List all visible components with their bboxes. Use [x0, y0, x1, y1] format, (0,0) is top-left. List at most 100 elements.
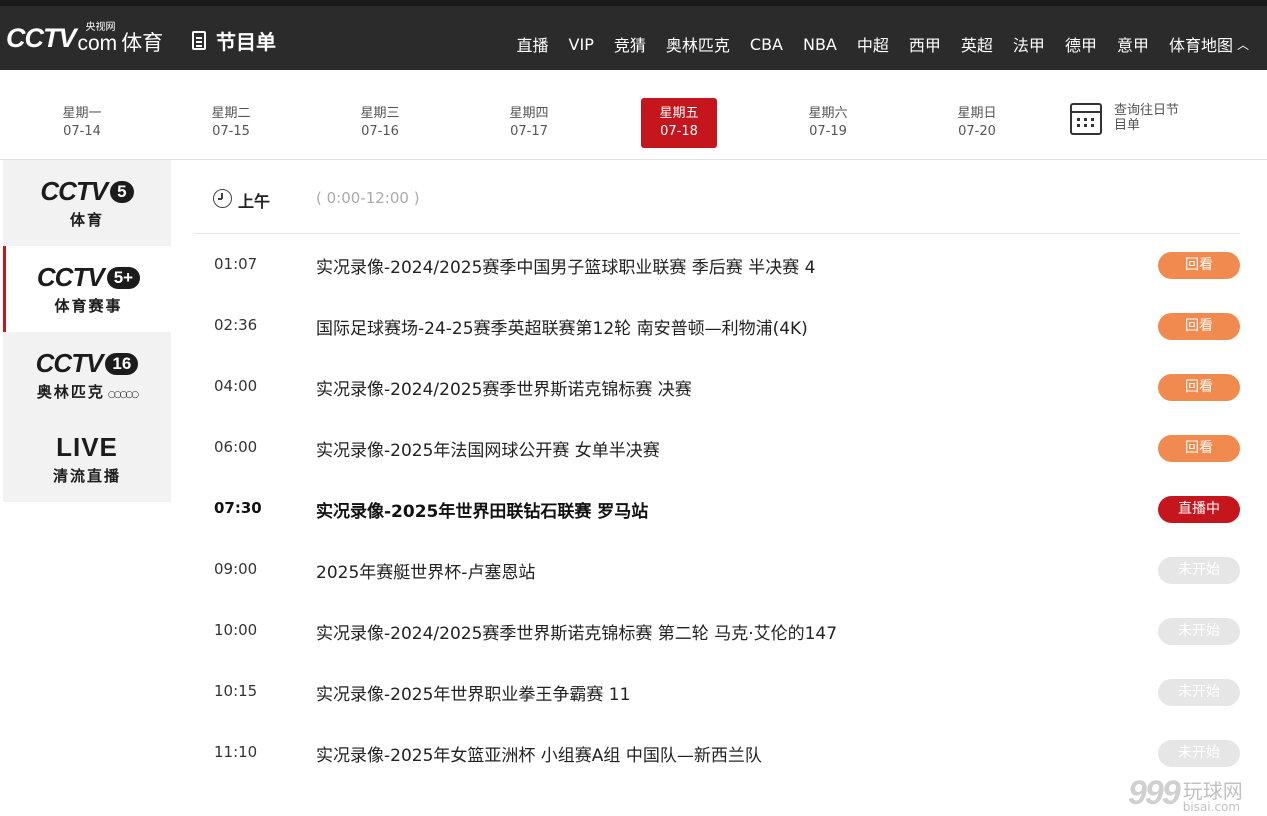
nav-item-bundesliga[interactable]: 德甲 [1065, 32, 1097, 56]
program-row: 01:07 实况录像-2024/2025赛季中国男子篮球职业联赛 季后赛 半决赛… [193, 235, 1240, 296]
channel-cctv16[interactable]: CCTV 16 奥林匹克 ○○○○○ [3, 332, 171, 418]
history-schedule-link[interactable]: 查询往日节目单 [1070, 103, 1184, 135]
program-guide-link[interactable]: 节目单 [192, 26, 276, 55]
watermark-name: 玩球网 [1182, 779, 1243, 803]
day-tab-date: 07-18 [660, 124, 698, 139]
day-tab-weekday: 星期三 [360, 106, 400, 121]
program-time: 02:36 [214, 316, 258, 334]
day-tab-date: 07-15 [212, 124, 250, 139]
not-started-badge: 未开始 [1158, 557, 1240, 584]
program-row: 10:15 实况录像-2025年世界职业拳王争霸赛 11 未开始 [193, 662, 1240, 723]
program-time: 01:07 [214, 255, 258, 273]
program-row: 10:00 实况录像-2024/2025赛季世界斯诺克锦标赛 第二轮 马克·艾伦… [193, 601, 1240, 662]
program-time: 10:00 [214, 621, 258, 639]
channel-subtitle: 体育赛事 [54, 297, 123, 315]
channel-subtitle: 清流直播 [52, 467, 121, 485]
day-tab-date: 07-14 [63, 124, 101, 139]
day-tab-sat[interactable]: 星期六 07-19 [790, 98, 866, 148]
channel-live-stream[interactable]: LIVE 清流直播 [3, 416, 171, 502]
day-tab-date: 07-17 [510, 124, 548, 139]
replay-button[interactable]: 回看 [1158, 374, 1240, 401]
channel-cctv5[interactable]: CCTV 5 体育 [3, 160, 171, 246]
program-row: 04:00 实况录像-2024/2025赛季世界斯诺克锦标赛 决赛 回看 [193, 357, 1240, 418]
channel-logo: CCTV 5+ [37, 262, 141, 293]
channel-subtitle: 奥林匹克 [36, 383, 105, 401]
program-row: 09:00 2025年赛艇世界杯-卢塞恩站 未开始 [193, 540, 1240, 601]
history-schedule-label: 查询往日节目单 [1114, 103, 1180, 133]
day-tab-weekday: 星期日 [957, 106, 997, 121]
channel-logo: CCTV 16 [36, 348, 139, 379]
day-tab-fri[interactable]: 星期五 07-18 [641, 98, 717, 148]
program-title[interactable]: 实况录像-2025年女篮亚洲杯 小组赛A组 中国队—新西兰队 [316, 741, 762, 766]
nav-item-sports-map[interactable]: 体育地图 [1169, 32, 1233, 56]
day-tab-weekday: 星期六 [808, 106, 848, 121]
olympic-rings-icon: ○○○○○ [107, 390, 139, 400]
nav-item-vip[interactable]: VIP [569, 35, 594, 54]
logo-com-text: com [77, 31, 118, 55]
program-title[interactable]: 实况录像-2025年世界职业拳王争霸赛 11 [316, 680, 630, 705]
channel-brand: CCTV [40, 176, 108, 206]
day-tab-tue[interactable]: 星期二 07-15 [193, 98, 269, 148]
nav-item-ligue1[interactable]: 法甲 [1013, 32, 1045, 56]
day-tab-date: 07-16 [361, 124, 399, 139]
nav-item-olympics[interactable]: 奥林匹克 [666, 32, 730, 56]
program-title[interactable]: 国际足球赛场-24-25赛季英超联赛第12轮 南安普顿—利物浦(4K) [316, 314, 808, 339]
live-now-button[interactable]: 直播中 [1158, 496, 1240, 523]
clock-icon [213, 189, 232, 208]
program-time: 09:00 [214, 560, 258, 578]
replay-button[interactable]: 回看 [1158, 435, 1240, 462]
day-tab-weekday: 星期五 [659, 106, 699, 121]
replay-button[interactable]: 回看 [1158, 313, 1240, 340]
not-started-badge: 未开始 [1158, 740, 1240, 767]
program-title[interactable]: 实况录像-2024/2025赛季世界斯诺克锦标赛 第二轮 马克·艾伦的147 [316, 619, 837, 644]
nav-item-seriea[interactable]: 意甲 [1117, 32, 1149, 56]
day-tab-mon[interactable]: 星期一 07-14 [44, 98, 120, 148]
day-tab-weekday: 星期一 [62, 106, 102, 121]
day-tab-weekday: 星期二 [211, 106, 251, 121]
not-started-badge: 未开始 [1158, 679, 1240, 706]
channel-cctv5-plus[interactable]: CCTV 5+ 体育赛事 [3, 246, 171, 332]
channel-subtitle: 体育 [69, 211, 104, 229]
logo-right: 央视网 com [77, 21, 118, 55]
site-watermark: 999 玩球网 bisai.com [1128, 774, 1243, 813]
program-title[interactable]: 实况录像-2024/2025赛季世界斯诺克锦标赛 决赛 [316, 375, 692, 400]
program-title[interactable]: 实况录像-2025年世界田联钻石联赛 罗马站 [316, 497, 648, 522]
channel-subtitle-row: 奥林匹克 ○○○○○ [36, 381, 139, 402]
period-range: ( 0:00-12:00 ) [316, 189, 420, 207]
nav-item-cba[interactable]: CBA [750, 35, 783, 54]
program-row: 02:36 国际足球赛场-24-25赛季英超联赛第12轮 南安普顿—利物浦(4K… [193, 296, 1240, 357]
logo-sport-text: 体育 [121, 31, 164, 55]
calendar-icon [1070, 103, 1102, 135]
nav-item-nba[interactable]: NBA [803, 35, 837, 54]
day-tab-wed[interactable]: 星期三 07-16 [342, 98, 418, 148]
nav-item-live[interactable]: 直播 [517, 32, 549, 56]
channel-sidebar: CCTV 5 体育 CCTV 5+ 体育赛事 CCTV 16 奥林匹克 ○○○○○… [3, 160, 171, 502]
main-nav: 直播 VIP 竞猜 奥林匹克 CBA NBA 中超 西甲 英超 法甲 德甲 意甲… [517, 32, 1249, 56]
program-time: 06:00 [214, 438, 258, 456]
nav-item-laliga[interactable]: 西甲 [909, 32, 941, 56]
nav-item-epl[interactable]: 英超 [961, 32, 993, 56]
watermark-text: 玩球网 bisai.com [1183, 781, 1243, 813]
program-title[interactable]: 实况录像-2024/2025赛季中国男子篮球职业联赛 季后赛 半决赛 4 [316, 253, 815, 278]
chevron-up-icon[interactable]: ︿ [1237, 36, 1249, 53]
day-tab-sun[interactable]: 星期日 07-20 [939, 98, 1015, 148]
program-title[interactable]: 2025年赛艇世界杯-卢塞恩站 [316, 558, 535, 583]
program-guide-label: 节目单 [216, 30, 276, 54]
replay-button[interactable]: 回看 [1158, 252, 1240, 279]
cctv-sports-logo[interactable]: CCTV 央视网 com 体育 [6, 16, 163, 60]
channel-brand: CCTV [35, 348, 104, 378]
period-label: 上午 [238, 192, 271, 211]
program-time: 04:00 [214, 377, 258, 395]
day-tab-weekday: 星期四 [509, 106, 549, 121]
nav-item-quiz[interactable]: 竞猜 [614, 32, 646, 56]
document-icon [192, 31, 206, 50]
program-time: 11:10 [214, 743, 258, 761]
nav-item-csl[interactable]: 中超 [857, 32, 889, 56]
program-title[interactable]: 实况录像-2025年法国网球公开赛 女单半决赛 [316, 436, 660, 461]
program-time: 10:15 [214, 682, 258, 700]
channel-logo: CCTV 5 [40, 176, 134, 207]
channel-number: 16 [105, 352, 139, 375]
logo-yangshi-text: 央视网 [85, 21, 116, 33]
day-tab-thu[interactable]: 星期四 07-17 [491, 98, 567, 148]
top-nav-bar: CCTV 央视网 com 体育 节目单 直播 VIP 竞猜 奥林匹克 CBA N… [0, 0, 1267, 70]
